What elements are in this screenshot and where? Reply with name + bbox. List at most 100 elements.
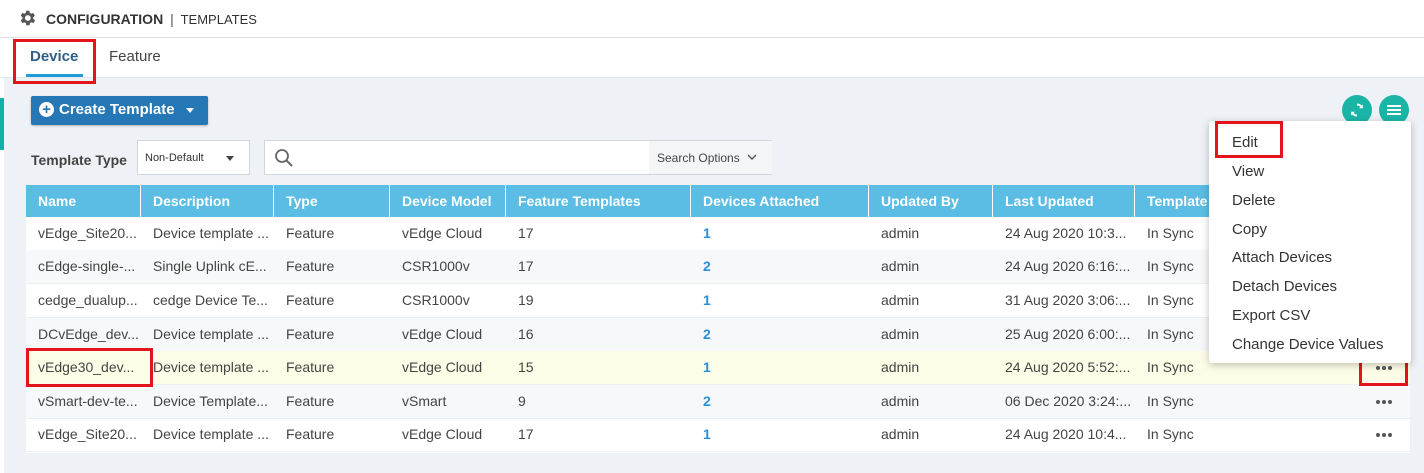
cell-description: Device template ...: [153, 426, 269, 442]
tab-bar: Device Feature: [0, 38, 1424, 78]
cell-template-status: In Sync: [1147, 426, 1194, 442]
table-header: Name Description Type Device Model Featu…: [26, 185, 1410, 217]
menu-item-view[interactable]: View: [1232, 163, 1264, 180]
cell-updated-by: admin: [881, 292, 920, 308]
cell-description: Device template ...: [153, 359, 269, 375]
menu-item-change-device-values[interactable]: Change Device Values: [1232, 336, 1383, 353]
menu-item-delete[interactable]: Delete: [1232, 192, 1275, 209]
hamburger-menu-icon: [1387, 105, 1401, 115]
title-separator: |: [170, 11, 174, 27]
search-options-dropdown[interactable]: Search Options: [649, 141, 772, 174]
cell-devices-attached[interactable]: 1: [691, 351, 869, 385]
table-row[interactable]: vEdge_Site20... Device template ... Featur…: [26, 217, 1410, 251]
chevron-down-icon: [747, 154, 757, 160]
cell-feature-templates: 15: [518, 359, 534, 375]
create-template-button[interactable]: + Create Template: [31, 96, 208, 125]
table-row[interactable]: DCvEdge_dev... Device template ... Feature…: [26, 318, 1410, 352]
tab-device[interactable]: Device: [30, 48, 78, 65]
refresh-icon: [1351, 103, 1363, 117]
column-header-last-updated[interactable]: Last Updated: [993, 185, 1135, 217]
left-edge-strip: [0, 78, 4, 473]
table-row[interactable]: cedge_dualup... cedge Device Te... Feature…: [26, 284, 1410, 318]
search-input[interactable]: [303, 146, 643, 170]
cell-updated-by: admin: [881, 326, 920, 342]
cell-devices-attached[interactable]: 2: [691, 250, 869, 284]
menu-item-detach-devices[interactable]: Detach Devices: [1232, 278, 1337, 295]
row-context-menu: Edit View Delete Copy Attach Devices Det…: [1209, 121, 1411, 363]
cell-name: cEdge-single-...: [38, 258, 136, 274]
caret-down-icon: [186, 108, 194, 113]
cell-device-model: CSR1000v: [402, 292, 470, 308]
left-edge-accent: [0, 98, 4, 150]
dot: [1382, 366, 1386, 370]
dot: [1382, 433, 1386, 437]
page-title: CONFIGURATION | TEMPLATES: [46, 11, 257, 27]
page-title-sub: TEMPLATES: [180, 12, 257, 27]
templates-table: Name Description Type Device Model Featu…: [26, 185, 1410, 453]
cell-device-model: vEdge Cloud: [402, 326, 483, 342]
cell-type: Feature: [286, 225, 335, 241]
cell-feature-templates: 17: [518, 258, 534, 274]
cell-device-model: vEdge Cloud: [402, 225, 483, 241]
cell-feature-templates: 17: [518, 225, 534, 241]
table-row[interactable]: vEdge_Site20... Device template ... Featur…: [26, 418, 1410, 452]
column-header-type[interactable]: Type: [274, 185, 390, 217]
cell-updated-by: admin: [881, 359, 920, 375]
search-icon: [275, 149, 293, 167]
menu-item-export-csv[interactable]: Export CSV: [1232, 307, 1310, 324]
menu-item-edit[interactable]: Edit: [1232, 134, 1258, 151]
cell-devices-attached[interactable]: 1: [691, 284, 869, 318]
cell-last-updated: 31 Aug 2020 3:06:...: [1005, 292, 1131, 308]
cell-name: vEdge_Site20...: [38, 426, 137, 442]
cell-devices-attached[interactable]: 1: [691, 418, 869, 452]
template-type-label: Template Type: [31, 152, 127, 168]
tab-feature[interactable]: Feature: [109, 48, 161, 65]
cell-last-updated: 25 Aug 2020 6:00:...: [1005, 326, 1131, 342]
dot: [1388, 366, 1392, 370]
table-row[interactable]: vSmart-dev-te... Device Template... Featur…: [26, 385, 1410, 419]
cell-updated-by: admin: [881, 225, 920, 241]
column-header-description[interactable]: Description: [141, 185, 274, 217]
cell-description: Device template ...: [153, 326, 269, 342]
page-title-main: CONFIGURATION: [46, 11, 164, 27]
page-header: CONFIGURATION | TEMPLATES: [0, 0, 1424, 38]
cell-feature-templates: 19: [518, 292, 534, 308]
column-header-updated-by[interactable]: Updated By: [869, 185, 993, 217]
dot: [1388, 433, 1392, 437]
cell-devices-attached[interactable]: 1: [691, 217, 869, 251]
cell-feature-templates: 9: [518, 393, 526, 409]
table-row[interactable]: cEdge-single-... Single Uplink cE... Featu…: [26, 250, 1410, 284]
more-actions-icon[interactable]: [1370, 364, 1398, 374]
cell-description: Device Template...: [153, 393, 268, 409]
cell-last-updated: 24 Aug 2020 10:4...: [1005, 426, 1127, 442]
cell-last-updated: 06 Dec 2020 3:24:...: [1005, 393, 1132, 409]
cell-type: Feature: [286, 393, 335, 409]
cell-devices-attached[interactable]: 2: [691, 318, 869, 352]
cell-devices-attached[interactable]: 2: [691, 385, 869, 419]
cell-feature-templates: 17: [518, 426, 534, 442]
table-row[interactable]: vEdge30_dev... Device template ... Feature…: [26, 351, 1410, 385]
cell-last-updated: 24 Aug 2020 6:16:...: [1005, 258, 1131, 274]
more-actions-icon[interactable]: [1370, 431, 1398, 441]
column-header-devices-attached[interactable]: Devices Attached: [691, 185, 869, 217]
more-actions-icon[interactable]: [1370, 398, 1398, 408]
column-header-feature-templates[interactable]: Feature Templates: [506, 185, 691, 217]
column-header-device-model[interactable]: Device Model: [390, 185, 506, 217]
cell-device-model: vEdge Cloud: [402, 426, 483, 442]
cell-name: vEdge_Site20...: [38, 225, 137, 241]
template-type-select[interactable]: Non-Default: [137, 140, 250, 175]
cell-updated-by: admin: [881, 393, 920, 409]
menu-item-copy[interactable]: Copy: [1232, 221, 1267, 238]
cell-updated-by: admin: [881, 258, 920, 274]
menu-item-attach-devices[interactable]: Attach Devices: [1232, 249, 1332, 266]
cell-type: Feature: [286, 326, 335, 342]
cell-last-updated: 24 Aug 2020 5:52:...: [1005, 359, 1131, 375]
dot: [1382, 400, 1386, 404]
dot: [1376, 366, 1380, 370]
cell-description: Single Uplink cE...: [153, 258, 267, 274]
create-template-label: Create Template: [59, 101, 175, 118]
cell-type: Feature: [286, 258, 335, 274]
template-type-value: Non-Default: [145, 152, 204, 164]
cell-type: Feature: [286, 359, 335, 375]
column-header-name[interactable]: Name: [26, 185, 141, 217]
